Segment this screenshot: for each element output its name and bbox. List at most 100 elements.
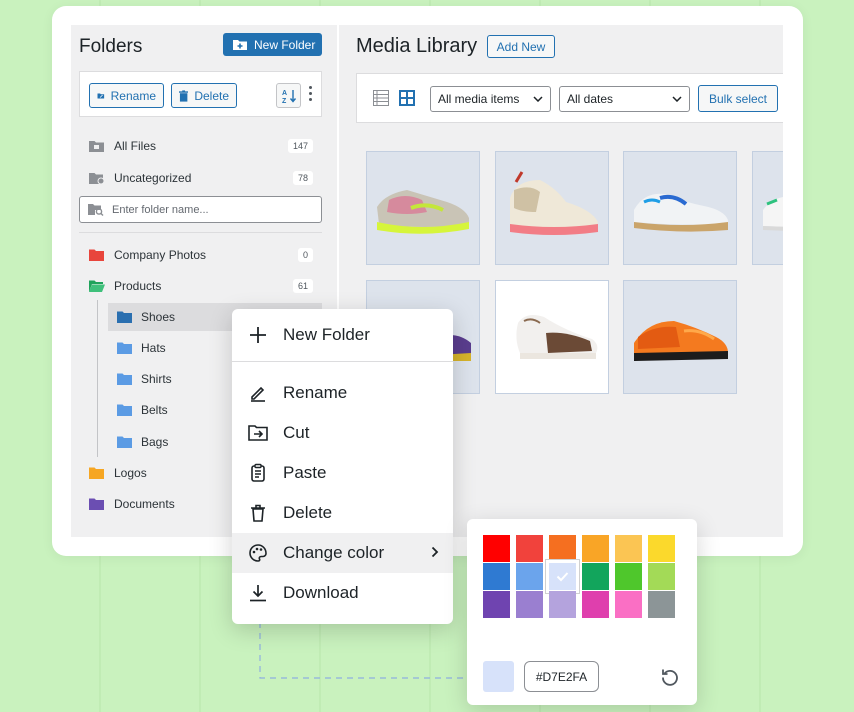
menu-item-label: Delete — [283, 503, 333, 522]
color-swatch[interactable] — [615, 535, 642, 562]
folder-icon — [117, 342, 132, 354]
check-icon — [556, 572, 569, 582]
page-title: Media Library — [356, 35, 478, 57]
menu-item-rename[interactable]: Rename — [232, 373, 453, 413]
chevron-right-icon — [431, 543, 439, 563]
sidebar-item-label: Belts — [141, 403, 168, 417]
folder-edit-icon — [97, 92, 105, 99]
color-swatch[interactable] — [648, 535, 675, 562]
color-swatch[interactable] — [483, 535, 510, 562]
menu-item-label: Paste — [283, 463, 327, 482]
trash-icon — [179, 89, 189, 102]
sidebar-item-label: Shoes — [141, 310, 176, 324]
menu-item-delete[interactable]: Delete — [232, 493, 453, 533]
menu-divider — [232, 361, 453, 362]
media-type-select[interactable]: All media items — [430, 86, 551, 112]
folder-icon — [89, 467, 104, 479]
color-preview — [483, 661, 514, 692]
new-folder-button[interactable]: New Folder — [223, 33, 322, 56]
color-swatch[interactable] — [615, 563, 642, 590]
media-thumbnail[interactable] — [495, 280, 609, 394]
color-swatch[interactable] — [582, 535, 609, 562]
media-thumbnail[interactable] — [623, 151, 737, 265]
rename-label: Rename — [110, 88, 156, 103]
sidebar-item-all-files[interactable]: All Files 147 — [71, 132, 337, 160]
menu-item-label: Change color — [283, 543, 385, 562]
rename-button[interactable]: Rename — [89, 83, 164, 108]
folder-icon — [89, 249, 104, 261]
media-thumbnail[interactable] — [495, 151, 609, 265]
sneaker-image — [377, 190, 469, 234]
folder-search-input[interactable]: Enter folder name... — [79, 196, 322, 223]
color-swatch[interactable] — [582, 563, 609, 590]
plus-icon — [248, 325, 268, 345]
menu-item-new-folder[interactable]: New Folder — [232, 315, 453, 355]
sidebar-item-products[interactable]: Products 61 — [71, 272, 337, 300]
delete-button[interactable]: Delete — [171, 83, 237, 108]
menu-item-cut[interactable]: Cut — [232, 413, 453, 453]
folder-icon — [117, 404, 132, 416]
color-swatch[interactable] — [549, 563, 576, 590]
sidebar-item-label: Shirts — [141, 372, 172, 386]
folder-search-icon — [88, 204, 104, 216]
folder-open-icon — [89, 280, 105, 292]
color-swatch[interactable] — [549, 591, 576, 618]
hex-color-input[interactable]: #D7E2FA — [524, 661, 599, 692]
sidebar-item-label: Documents — [114, 497, 175, 511]
grid-view-icon[interactable] — [399, 90, 415, 111]
all-files-icon — [89, 140, 104, 152]
reset-color-icon[interactable] — [660, 667, 680, 692]
sort-az-icon: AZ — [282, 89, 296, 104]
sort-button[interactable]: AZ — [276, 83, 301, 108]
sidebar-item-label: Logos — [114, 466, 147, 480]
color-swatch[interactable] — [615, 591, 642, 618]
color-swatch[interactable] — [516, 591, 543, 618]
bulk-select-button[interactable]: Bulk select — [698, 85, 778, 112]
list-view-icon[interactable] — [373, 90, 389, 111]
sidebar-item-label: Company Photos — [114, 248, 207, 262]
color-swatch[interactable] — [516, 563, 543, 590]
item-count-badge: 0 — [297, 248, 313, 262]
cut-folder-icon — [248, 424, 268, 442]
folder-search-placeholder: Enter folder name... — [112, 203, 209, 216]
chevron-down-icon — [672, 96, 682, 102]
item-count-badge: 61 — [292, 279, 313, 293]
sidebar-title: Folders — [79, 36, 143, 57]
more-options-icon[interactable] — [309, 86, 312, 101]
download-icon — [248, 583, 268, 603]
svg-text:A: A — [282, 90, 287, 97]
trash-icon — [248, 503, 268, 523]
media-thumbnail[interactable] — [366, 151, 480, 265]
color-picker-popover: #D7E2FA — [467, 519, 697, 705]
media-toolbar: All media items All dates Bulk select — [356, 73, 783, 123]
sidebar-item-label: Products — [114, 279, 162, 293]
color-swatch[interactable] — [648, 563, 675, 590]
add-new-button[interactable]: Add New — [487, 35, 555, 58]
color-swatch[interactable] — [516, 535, 543, 562]
color-swatch[interactable] — [483, 563, 510, 590]
sneaker-image — [516, 315, 598, 359]
menu-item-label: Cut — [283, 423, 310, 442]
sidebar-item-uncategorized[interactable]: Uncategorized 78 — [71, 164, 337, 192]
sidebar-item-company-photos[interactable]: Company Photos 0 — [71, 241, 337, 269]
menu-item-change-color[interactable]: Change color — [232, 533, 453, 573]
sneaker-image — [634, 321, 728, 361]
menu-item-paste[interactable]: Paste — [232, 453, 453, 493]
menu-item-download[interactable]: Download — [232, 573, 453, 613]
media-thumbnail[interactable] — [623, 280, 737, 394]
color-swatch[interactable] — [648, 591, 675, 618]
date-select[interactable]: All dates — [559, 86, 690, 112]
color-swatch[interactable] — [483, 591, 510, 618]
palette-icon — [248, 543, 268, 563]
folder-icon — [89, 498, 104, 510]
menu-item-label: Download — [283, 583, 359, 602]
sidebar-item-label: All Files — [114, 139, 157, 153]
color-swatch[interactable] — [582, 591, 609, 618]
folder-icon — [117, 373, 132, 385]
media-thumbnail[interactable] — [752, 151, 783, 265]
color-swatch[interactable] — [549, 535, 576, 562]
folder-icon — [117, 311, 132, 323]
svg-text:Z: Z — [282, 98, 287, 104]
date-value: All dates — [567, 92, 614, 106]
sneaker-image — [510, 171, 598, 235]
